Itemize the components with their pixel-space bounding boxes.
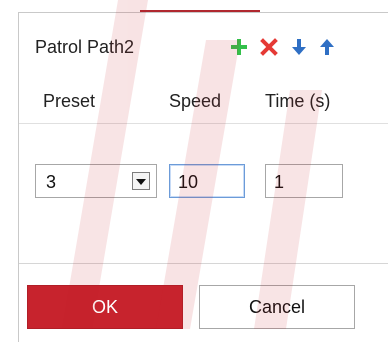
time-value: 1 <box>274 172 285 192</box>
move-down-button[interactable] <box>287 35 311 59</box>
dropdown-button[interactable] <box>132 172 150 190</box>
speed-input[interactable]: 10 <box>169 164 245 198</box>
dialog-header: Patrol Path2 <box>19 13 388 77</box>
ok-button[interactable]: OK <box>27 285 183 329</box>
arrow-up-icon <box>319 38 335 56</box>
patrol-path-dialog: Patrol Path2 Preset Speed Time (s) 3 10 … <box>18 12 388 342</box>
x-icon <box>260 38 278 56</box>
time-input[interactable]: 1 <box>265 164 343 198</box>
cancel-button[interactable]: Cancel <box>199 285 355 329</box>
arrow-down-icon <box>291 38 307 56</box>
dialog-title: Patrol Path2 <box>35 37 135 57</box>
delete-button[interactable] <box>257 35 281 59</box>
column-header-speed: Speed <box>169 91 222 111</box>
chevron-down-icon <box>136 172 146 190</box>
speed-value: 10 <box>178 172 199 192</box>
column-header-time: Time (s) <box>265 91 331 111</box>
preset-value: 3 <box>46 172 57 192</box>
column-header-preset: Preset <box>43 91 96 111</box>
footer-divider <box>19 263 388 264</box>
preset-select[interactable]: 3 <box>35 164 157 198</box>
add-button[interactable] <box>227 35 251 59</box>
patrol-row: 3 10 1 <box>19 123 388 214</box>
move-up-button[interactable] <box>315 35 339 59</box>
plus-icon <box>230 38 248 56</box>
